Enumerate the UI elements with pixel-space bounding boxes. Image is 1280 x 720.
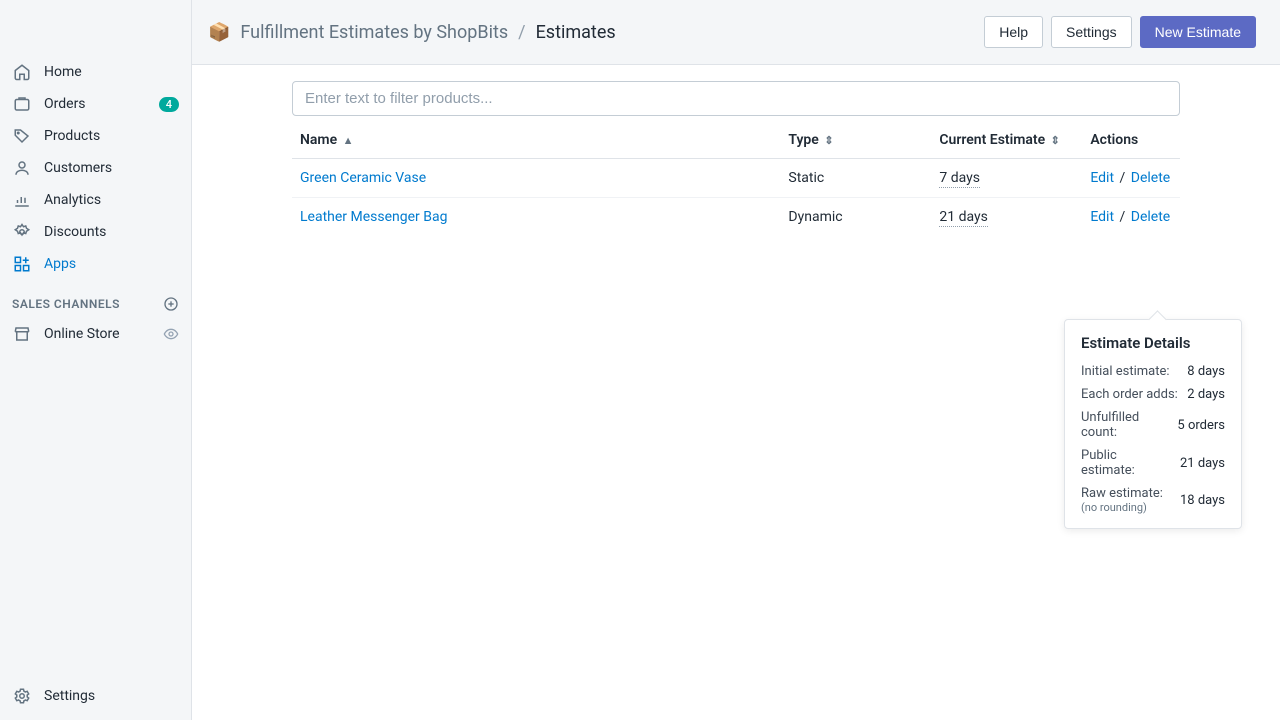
sidebar-item-discounts[interactable]: Discounts (0, 216, 191, 248)
sidebar-item-label: Apps (44, 256, 179, 272)
col-estimate[interactable]: Current Estimate ⇕ (931, 122, 1082, 159)
popover-row: Unfulfilled count: 5 orders (1081, 410, 1225, 440)
view-store-icon[interactable] (163, 326, 179, 342)
package-icon: 📦 (208, 22, 230, 43)
orders-icon (12, 94, 32, 114)
sort-asc-icon: ▲ (343, 134, 354, 147)
product-link[interactable]: Leather Messenger Bag (300, 209, 447, 225)
home-icon (12, 62, 32, 82)
discount-icon (12, 222, 32, 242)
sidebar-item-label: Settings (44, 688, 179, 704)
popover-key-sub: (no rounding) (1081, 501, 1163, 514)
breadcrumb: 📦 Fulfillment Estimates by ShopBits / Es… (208, 22, 984, 43)
popover-value: 8 days (1187, 364, 1225, 379)
sidebar-item-analytics[interactable]: Analytics (0, 184, 191, 216)
breadcrumb-current: Estimates (536, 22, 616, 43)
popover-key: Raw estimate: (no rounding) (1081, 486, 1163, 514)
table-row: Leather Messenger Bag Dynamic 21 days Ed… (292, 198, 1180, 237)
col-actions: Actions (1082, 122, 1180, 159)
col-type-label: Type (788, 132, 818, 148)
content: Name ▲ Type ⇕ Current Estimate ⇕ (192, 65, 1280, 720)
action-sep: / (1120, 170, 1126, 186)
popover-value: 5 orders (1177, 418, 1225, 433)
col-name-label: Name (300, 132, 337, 148)
popover-title: Estimate Details (1081, 334, 1225, 352)
estimate-value[interactable]: 7 days (939, 170, 980, 188)
breadcrumb-sep: / (518, 22, 525, 43)
table-row: Green Ceramic Vase Static 7 days Edit / … (292, 159, 1180, 198)
action-sep: / (1120, 209, 1126, 225)
sidebar: Home Orders 4 Products Customers (0, 0, 192, 720)
col-actions-label: Actions (1090, 132, 1138, 148)
popover-row: Initial estimate: 8 days (1081, 364, 1225, 379)
sidebar-item-label: Online Store (44, 326, 163, 342)
sidebar-item-label: Orders (44, 96, 159, 112)
type-value: Dynamic (788, 209, 842, 225)
popover-key: Initial estimate: (1081, 364, 1170, 379)
product-link[interactable]: Green Ceramic Vase (300, 170, 426, 186)
gear-icon (12, 686, 32, 706)
col-estimate-label: Current Estimate (939, 132, 1045, 148)
sidebar-item-label: Home (44, 64, 179, 80)
popover-value: 18 days (1180, 493, 1225, 508)
edit-link[interactable]: Edit (1090, 170, 1114, 186)
analytics-icon (12, 190, 32, 210)
sales-channels-header: SALES CHANNELS (0, 280, 191, 318)
estimate-value[interactable]: 21 days (939, 209, 987, 227)
sales-channels-label: SALES CHANNELS (12, 297, 163, 311)
estimate-details-popover: Estimate Details Initial estimate: 8 day… (1064, 319, 1242, 529)
topbar-actions: Help Settings New Estimate (984, 16, 1256, 48)
edit-link[interactable]: Edit (1090, 209, 1114, 225)
sidebar-item-orders[interactable]: Orders 4 (0, 88, 191, 120)
topbar: 📦 Fulfillment Estimates by ShopBits / Es… (192, 0, 1280, 65)
main-area: 📦 Fulfillment Estimates by ShopBits / Es… (192, 0, 1280, 720)
sidebar-item-label: Discounts (44, 224, 179, 240)
sidebar-item-label: Customers (44, 160, 179, 176)
settings-button[interactable]: Settings (1051, 16, 1132, 48)
apps-icon (12, 254, 32, 274)
popover-key: Each order adds: (1081, 387, 1178, 402)
sidebar-item-customers[interactable]: Customers (0, 152, 191, 184)
popover-key-main: Raw estimate: (1081, 486, 1163, 501)
type-value: Static (788, 170, 824, 186)
sort-icon: ⇕ (824, 134, 833, 147)
add-channel-icon[interactable] (163, 296, 179, 312)
sidebar-item-apps[interactable]: Apps (0, 248, 191, 280)
col-type[interactable]: Type ⇕ (780, 122, 931, 159)
sidebar-item-home[interactable]: Home (0, 56, 191, 88)
breadcrumb-app[interactable]: Fulfillment Estimates by ShopBits (240, 22, 508, 43)
col-name[interactable]: Name ▲ (292, 122, 780, 159)
popover-value: 2 days (1187, 387, 1225, 402)
estimates-table: Name ▲ Type ⇕ Current Estimate ⇕ (292, 122, 1180, 236)
popover-value: 21 days (1180, 456, 1225, 471)
popover-row: Each order adds: 2 days (1081, 387, 1225, 402)
help-button[interactable]: Help (984, 16, 1043, 48)
store-icon (12, 324, 32, 344)
sidebar-item-label: Products (44, 128, 179, 144)
filter-products-input[interactable] (292, 81, 1180, 116)
popover-key: Unfulfilled count: (1081, 410, 1169, 440)
tag-icon (12, 126, 32, 146)
delete-link[interactable]: Delete (1131, 170, 1170, 186)
new-estimate-button[interactable]: New Estimate (1140, 16, 1256, 48)
sidebar-item-label: Analytics (44, 192, 179, 208)
orders-badge: 4 (159, 97, 179, 112)
sort-icon: ⇕ (1051, 134, 1060, 147)
delete-link[interactable]: Delete (1131, 209, 1170, 225)
popover-row: Raw estimate: (no rounding) 18 days (1081, 486, 1225, 514)
popover-row: Public estimate: 21 days (1081, 448, 1225, 478)
popover-key: Public estimate: (1081, 448, 1172, 478)
customer-icon (12, 158, 32, 178)
sidebar-item-products[interactable]: Products (0, 120, 191, 152)
sidebar-item-online-store[interactable]: Online Store (0, 318, 191, 350)
sidebar-item-settings[interactable]: Settings (0, 680, 191, 712)
